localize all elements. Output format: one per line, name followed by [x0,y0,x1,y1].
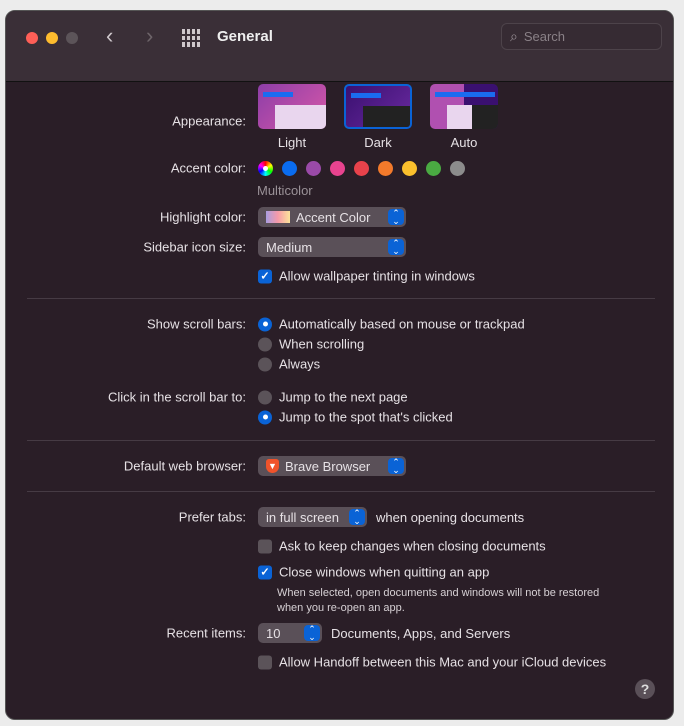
accent-orange[interactable] [378,161,393,176]
radio-label: Jump to the next page [279,389,408,405]
close-windows-label: Close windows when quitting an app [279,564,490,580]
window-title: General [217,28,273,45]
default-browser-popup[interactable]: ▼ Brave Browser ⌃ ⌄ [258,456,406,476]
click-scroll-bar-label: Click in the scroll bar to: [108,389,246,405]
prefer-tabs-popup[interactable]: in full screen ⌃ ⌄ [258,507,367,527]
click-scroll-radio-spot[interactable]: Jump to the spot that's clicked [258,410,453,425]
sidebar-icon-size-popup[interactable]: Medium ⌃ ⌄ [258,237,406,257]
accent-selected-name: Multicolor [257,183,313,198]
wallpaper-tinting-checkbox[interactable]: ✓ Allow wallpaper tinting in windows [258,269,475,284]
updown-chevron-icon: ⌃ ⌄ [388,209,404,226]
scroll-bars-radio-always[interactable]: Always [258,357,320,372]
zoom-button[interactable] [66,32,78,44]
recent-items-label: Recent items: [166,625,246,641]
forward-chevron-icon[interactable]: › [146,23,153,49]
prefer-tabs-suffix: when opening documents [376,509,525,525]
recent-items-popup[interactable]: 10 ⌃ ⌄ [258,623,322,643]
accent-pink[interactable] [330,161,345,176]
checkmark-icon: ✓ [258,565,272,579]
show-all-grid-icon[interactable] [182,29,200,47]
prefer-tabs-label: Prefer tabs: [178,509,246,525]
back-chevron-icon[interactable]: ‹ [106,23,113,49]
highlight-value: Accent Color [296,209,371,225]
search-input[interactable]: ⌕ Search [501,23,662,50]
recent-items-suffix: Documents, Apps, and Servers [331,625,511,641]
accent-blue[interactable] [282,161,297,176]
handoff-checkbox[interactable]: Allow Handoff between this Mac and your … [258,655,606,670]
appearance-dark-thumbnail[interactable] [344,84,412,129]
appearance-auto-label: Auto [450,135,478,150]
accent-multicolor[interactable] [258,161,273,176]
handoff-label: Allow Handoff between this Mac and your … [279,654,607,670]
highlight-color-popup[interactable]: Accent Color ⌃ ⌄ [258,207,406,227]
checkmark-icon: ✓ [258,269,272,283]
accent-purple[interactable] [306,161,321,176]
prefer-tabs-value: in full screen [266,509,339,525]
appearance-auto-thumbnail[interactable] [430,84,498,129]
accent-graphite[interactable] [450,161,465,176]
close-button[interactable] [26,32,38,44]
accent-red[interactable] [354,161,369,176]
accent-color-label: Accent color: [170,160,246,176]
appearance-light-thumbnail[interactable] [258,84,326,129]
brave-lion-icon: ▼ [266,459,279,473]
search-placeholder: Search [523,29,566,44]
ask-keep-changes-checkbox[interactable]: Ask to keep changes when closing documen… [258,539,546,554]
click-scroll-radio-next-page[interactable]: Jump to the next page [258,390,408,405]
close-windows-checkbox[interactable]: ✓ Close windows when quitting an app [258,565,489,580]
updown-chevron-icon: ⌃ ⌄ [388,239,404,256]
preferences-window: ‹ › General ⌕ Search Appearance: Light D… [5,10,674,720]
default-browser-label: Default web browser: [123,458,246,474]
radio-label: Always [279,356,321,372]
updown-chevron-icon: ⌃ ⌄ [349,509,365,526]
accent-green[interactable] [426,161,441,176]
scroll-bars-radio-auto[interactable]: Automatically based on mouse or trackpad [258,317,525,332]
title-bar: ‹ › General ⌕ Search [6,11,673,82]
sidebar-icon-size-label: Sidebar icon size: [143,239,246,255]
wallpaper-tinting-label: Allow wallpaper tinting in windows [279,268,475,284]
ask-keep-changes-label: Ask to keep changes when closing documen… [279,538,546,554]
close-windows-note: When selected, open documents and window… [277,587,600,614]
radio-label: Jump to the spot that's clicked [279,409,453,425]
accent-yellow[interactable] [402,161,417,176]
appearance-dark-label: Dark [364,135,392,150]
radio-label: When scrolling [279,336,365,352]
highlight-color-label: Highlight color: [160,209,246,225]
divider [27,298,655,299]
minimize-button[interactable] [46,32,58,44]
radio-label: Automatically based on mouse or trackpad [279,316,525,332]
highlight-swatch [266,211,290,223]
appearance-label: Appearance: [172,113,246,129]
search-icon: ⌕ [510,28,518,44]
divider [27,440,655,441]
help-button[interactable]: ? [635,679,655,699]
recent-items-value: 10 [266,625,281,641]
appearance-light-label: Light [277,135,307,150]
updown-chevron-icon: ⌃ ⌄ [304,625,320,642]
divider [27,491,655,492]
scroll-bars-radio-scrolling[interactable]: When scrolling [258,337,364,352]
default-browser-value: Brave Browser [285,458,371,474]
show-scroll-bars-label: Show scroll bars: [147,316,246,332]
updown-chevron-icon: ⌃ ⌄ [388,458,404,475]
sidebar-icon-size-value: Medium [266,239,313,255]
